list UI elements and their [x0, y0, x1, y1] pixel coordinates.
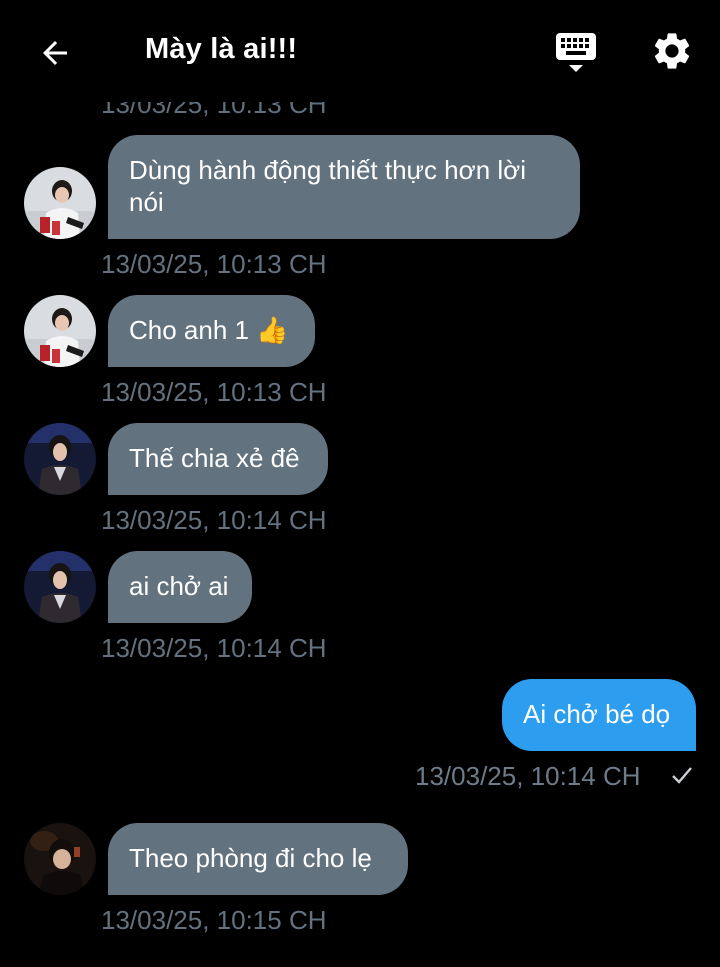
gear-icon	[654, 33, 690, 69]
chat-header: Mày là ai!!!	[0, 0, 720, 102]
chat-title: Mày là ai!!!	[145, 33, 298, 65]
keyboard-button[interactable]	[552, 28, 600, 78]
message-timestamp: 13/03/25, 10:13 CH	[101, 249, 327, 279]
message-text: Dùng hành động thiết thực hơn lời nói	[129, 155, 526, 217]
message-bubble[interactable]: Dùng hành động thiết thực hơn lời nói	[108, 135, 580, 239]
message-bubble[interactable]: Theo phòng đi cho lẹ	[108, 823, 408, 895]
avatar-image	[24, 167, 96, 239]
message-bubble[interactable]: ai chở ai	[108, 551, 252, 623]
message-text: ai chở ai	[129, 571, 229, 601]
avatar[interactable]	[24, 551, 96, 623]
message-bubble[interactable]: Cho anh 1 👍	[108, 295, 315, 367]
message-text: Theo phòng đi cho lẹ	[129, 843, 372, 873]
avatar[interactable]	[24, 295, 96, 367]
avatar-image	[24, 551, 96, 623]
avatar-image	[24, 823, 96, 895]
message-text: Ai chở bé dọ	[523, 699, 671, 729]
avatar-image	[24, 423, 96, 495]
keyboard-icon	[556, 33, 596, 72]
chat-screen: Mày là ai!!! 13/03/25, 10:13 CH Dùng hàn…	[0, 0, 720, 967]
avatar-image	[24, 295, 96, 367]
avatar[interactable]	[24, 423, 96, 495]
avatar[interactable]	[24, 167, 96, 239]
message-text: Cho anh 1 👍	[129, 315, 289, 345]
message-bubble[interactable]: Thế chia xẻ đê	[108, 423, 328, 495]
message-timestamp: 13/03/25, 10:13 CH	[101, 377, 327, 407]
avatar[interactable]	[24, 823, 96, 895]
settings-button[interactable]	[647, 26, 697, 76]
message-timestamp: 13/03/25, 10:14 CH	[101, 633, 327, 663]
message-timestamp: 13/03/25, 10:14 CH	[415, 761, 641, 791]
back-button[interactable]	[30, 28, 80, 78]
message-timestamp: 13/03/25, 10:14 CH	[101, 505, 327, 535]
message-bubble-outgoing[interactable]: Ai chở bé dọ	[502, 679, 696, 751]
arrow-left-icon	[43, 41, 67, 65]
message-text: Thế chia xẻ đê	[129, 443, 300, 473]
sent-check-icon	[670, 763, 694, 792]
message-timestamp: 13/03/25, 10:15 CH	[101, 905, 327, 935]
